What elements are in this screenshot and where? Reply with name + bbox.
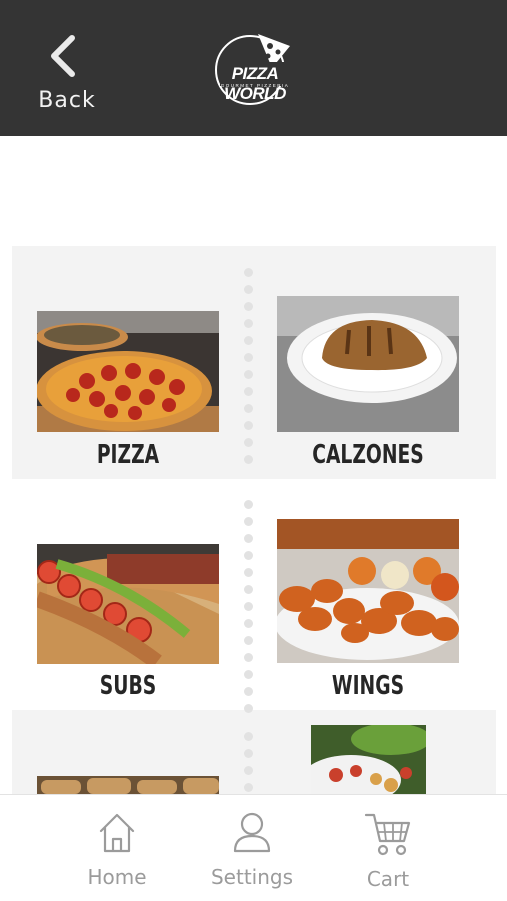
wings-photo — [277, 519, 459, 663]
tab-settings[interactable]: Settings — [197, 795, 307, 901]
bottom-tab-bar: Home Settings Cart — [0, 794, 507, 901]
user-icon — [233, 812, 271, 853]
category-tile-calzones[interactable]: CALZONES — [265, 285, 473, 480]
category-tile-wings[interactable]: WINGS — [265, 508, 473, 710]
category-tile-pizza[interactable]: PIZZA — [25, 300, 233, 480]
column-divider — [243, 732, 253, 802]
column-divider — [243, 500, 253, 713]
column-divider — [243, 268, 253, 468]
calzone-photo — [277, 296, 459, 432]
rolls-photo — [37, 776, 219, 794]
category-label: SUBS — [99, 671, 157, 701]
salad-photo — [311, 725, 426, 795]
category-label: CALZONES — [312, 440, 424, 470]
pizza-photo — [37, 311, 219, 432]
tab-label: Home — [87, 865, 147, 889]
home-icon — [99, 813, 135, 853]
category-label: PIZZA — [96, 440, 160, 470]
category-tile-partial[interactable] — [300, 714, 440, 795]
category-label: WINGS — [331, 671, 405, 701]
tab-label: Settings — [210, 865, 294, 889]
category-tile-partial[interactable] — [25, 765, 233, 795]
tab-cart[interactable]: Cart — [333, 795, 443, 901]
cart-icon — [364, 813, 411, 856]
tab-label: Cart — [366, 867, 410, 891]
category-tile-subs[interactable]: SUBS — [25, 533, 233, 710]
sub-sandwich-photo — [37, 544, 219, 664]
tab-home[interactable]: Home — [62, 795, 172, 901]
category-grid: PIZZA CALZONES SUBS WINGS — [0, 0, 507, 900]
